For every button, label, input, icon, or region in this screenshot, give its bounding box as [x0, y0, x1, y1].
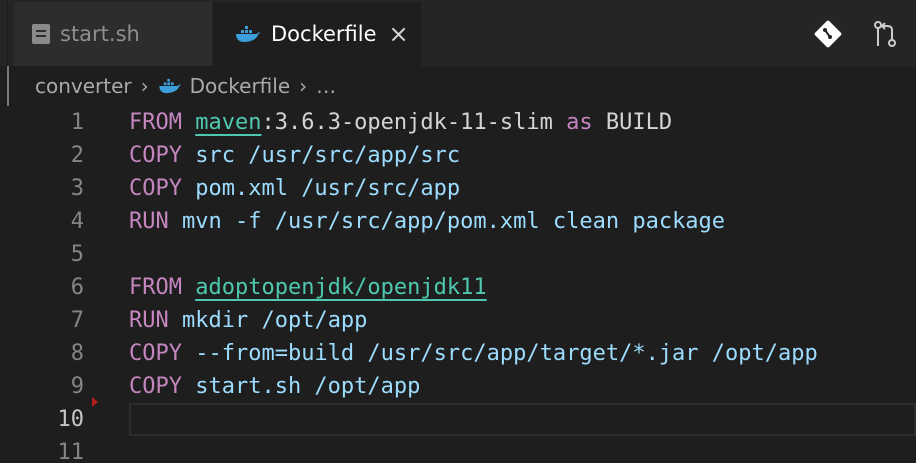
line-number: 4 — [70, 209, 84, 234]
keyword: FROM — [129, 275, 182, 300]
close-icon[interactable]: × — [389, 22, 409, 46]
code-line: 6 FROM adoptopenjdk/openjdk11 — [0, 271, 916, 304]
tab-dockerfile[interactable]: Dockerfile × — [213, 2, 421, 66]
keyword: as — [566, 110, 593, 135]
instruction-args: mkdir /opt/app — [168, 308, 368, 333]
code-text: :3.6.3-openjdk-11-slim — [261, 110, 567, 135]
line-content: RUN mvn -f /usr/src/app/pom.xml clean pa… — [129, 205, 725, 238]
tab-start-sh[interactable]: start.sh — [14, 2, 212, 66]
code-editor[interactable]: 1 FROM maven:3.6.3-openjdk-11-slim as BU… — [0, 106, 916, 463]
keyword: FROM — [129, 110, 182, 135]
line-number: 7 — [70, 308, 84, 333]
code-line: 3 COPY pom.xml /usr/src/app — [0, 172, 916, 205]
line-number: 10 — [57, 407, 85, 432]
code-line: 2 COPY src /usr/src/app/src — [0, 139, 916, 172]
line-content: FROM maven:3.6.3-openjdk-11-slim as BUIL… — [129, 106, 672, 139]
breadcrumb-more[interactable]: … — [316, 74, 336, 98]
instruction-args: start.sh /opt/app — [181, 374, 421, 399]
code-line: 4 RUN mvn -f /usr/src/app/pom.xml clean … — [0, 205, 916, 238]
line-number: 11 — [57, 440, 85, 463]
keyword: COPY — [129, 341, 182, 366]
line-content: COPY start.sh /opt/app — [129, 370, 420, 403]
instruction-args: --from=build /usr/src/app/target/*.jar /… — [181, 341, 818, 366]
docker-whale-icon — [158, 78, 181, 94]
line-number: 1 — [70, 110, 84, 135]
line-content: RUN mkdir /opt/app — [129, 304, 367, 337]
chevron-right-icon: › — [140, 74, 149, 98]
keyword: COPY — [129, 374, 182, 399]
image-link[interactable]: adoptopenjdk/openjdk11 — [195, 275, 486, 300]
keyword: COPY — [129, 143, 182, 168]
keyword: COPY — [129, 176, 182, 201]
line-number: 8 — [70, 341, 84, 366]
breadcrumb-file[interactable]: Dockerfile — [158, 74, 291, 98]
code-line: 7 RUN mkdir /opt/app — [0, 304, 916, 337]
code-line: 11 — [0, 436, 916, 463]
tab-bar-left-edge — [0, 0, 8, 66]
docker-whale-icon — [236, 26, 260, 42]
line-number: 3 — [70, 176, 84, 201]
keyword: RUN — [129, 308, 169, 333]
code-line: 5 — [0, 238, 916, 271]
breadcrumb: converter › Dockerfile › … — [0, 66, 916, 106]
line-number: 6 — [70, 275, 84, 300]
instruction-args: pom.xml /usr/src/app — [181, 176, 461, 201]
file-icon — [32, 24, 50, 44]
open-changes-icon[interactable] — [872, 20, 898, 48]
keyword: RUN — [129, 209, 169, 234]
line-content: COPY src /usr/src/app/src — [129, 139, 460, 172]
line-number: 2 — [70, 143, 84, 168]
code-text: BUILD — [592, 110, 673, 135]
tab-bar: start.sh Dockerfile × — [0, 0, 916, 66]
image-link[interactable]: maven — [195, 110, 261, 135]
instruction-args: mvn -f /usr/src/app/pom.xml clean packag… — [168, 209, 726, 234]
line-content: COPY --from=build /usr/src/app/target/*.… — [129, 337, 818, 370]
tab-label: start.sh — [60, 22, 140, 46]
breadcrumb-file-label: Dockerfile — [189, 74, 291, 98]
instruction-args: src /usr/src/app/src — [181, 143, 461, 168]
code-line: 1 FROM maven:3.6.3-openjdk-11-slim as BU… — [0, 106, 916, 139]
tab-label: Dockerfile — [271, 22, 377, 46]
breadcrumb-folder[interactable]: converter — [35, 74, 132, 98]
line-number: 5 — [70, 242, 84, 267]
code-line: 9 COPY start.sh /opt/app — [0, 370, 916, 403]
git-diff-icon[interactable] — [814, 20, 842, 48]
line-number: 9 — [70, 374, 84, 399]
line-content: FROM adoptopenjdk/openjdk11 — [129, 271, 487, 304]
code-line: 8 COPY --from=build /usr/src/app/target/… — [0, 337, 916, 370]
chevron-right-icon: › — [299, 74, 308, 98]
code-line: 10 — [0, 403, 916, 436]
line-content: COPY pom.xml /usr/src/app — [129, 172, 460, 205]
editor-actions — [814, 20, 898, 48]
